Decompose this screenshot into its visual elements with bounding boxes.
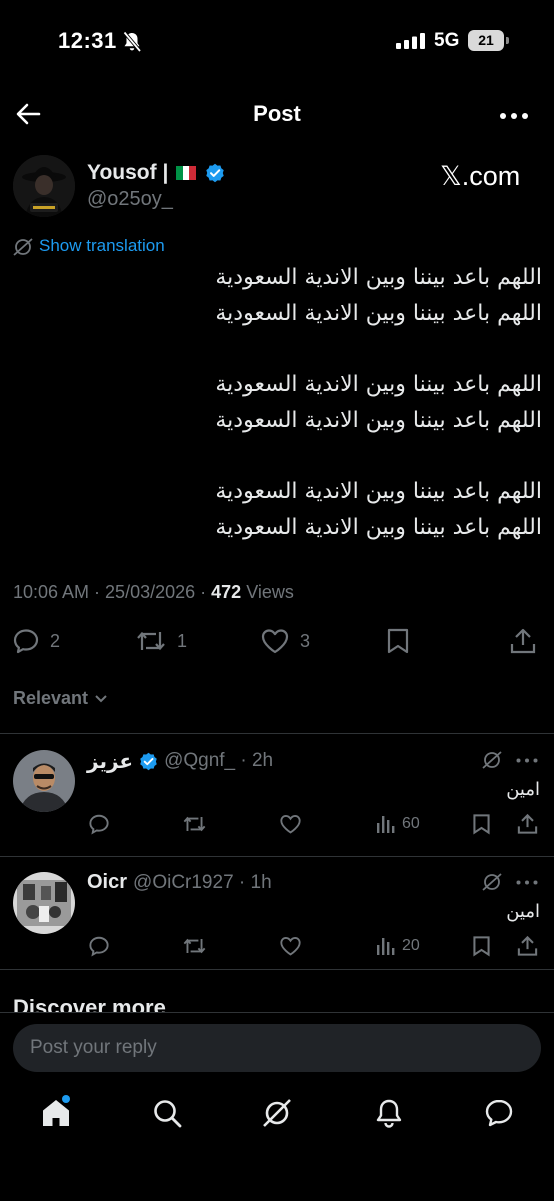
reply-bookmark-button[interactable] <box>472 935 491 957</box>
author-name[interactable]: Yousof | <box>87 161 168 185</box>
repost-icon <box>183 816 206 832</box>
notification-dot <box>62 1095 70 1103</box>
verified-badge-icon <box>205 163 225 183</box>
reply-author-name[interactable]: عزيز <box>87 749 133 773</box>
author-handle[interactable]: @o25oy_ <box>87 188 173 211</box>
more-options-icon[interactable] <box>516 758 538 763</box>
repost-count: 1 <box>177 630 188 651</box>
heart-icon <box>261 629 289 654</box>
reply-repost-button[interactable] <box>182 813 207 835</box>
repost-button[interactable]: 1 <box>135 627 187 655</box>
reply-count: 2 <box>50 630 61 651</box>
sort-label: Relevant <box>13 688 89 708</box>
status-time: 12:31 <box>58 28 117 53</box>
reply-views-count: 60 <box>402 815 420 832</box>
views-label: Views <box>241 582 294 602</box>
search-tab-icon[interactable] <box>152 1098 182 1128</box>
repost-icon <box>183 938 206 954</box>
verified-badge-icon <box>140 752 157 770</box>
views-icon <box>377 816 395 833</box>
reply-icon <box>89 936 109 957</box>
battery-tip <box>506 37 509 44</box>
share-icon <box>510 628 536 654</box>
share-icon <box>517 813 538 834</box>
reply-views[interactable]: 20 <box>376 936 420 956</box>
translate-icon[interactable] <box>482 750 502 770</box>
heart-icon <box>280 815 301 834</box>
italy-flag-icon <box>176 166 197 180</box>
reply-avatar[interactable] <box>13 872 75 934</box>
bookmark-icon <box>473 814 490 835</box>
reply-button[interactable]: 2 <box>12 627 60 655</box>
share-button[interactable] <box>510 627 536 655</box>
discover-more-heading: Discover more <box>13 995 166 1013</box>
translate-icon[interactable] <box>13 237 33 257</box>
like-button[interactable]: 3 <box>260 627 310 655</box>
views-count: 472 <box>211 582 242 602</box>
post-line: اللهم باعد بيننا وبين الاندية السعودية <box>215 407 542 433</box>
battery-indicator: 21 <box>468 30 504 51</box>
repost-icon <box>137 631 165 651</box>
reply-repost-button[interactable] <box>182 935 207 957</box>
reply-like-button[interactable] <box>279 935 302 957</box>
reply-header: Oicr @OiCr1927 · 1h <box>87 871 272 894</box>
reply-icon <box>13 629 39 654</box>
reply-views-count: 20 <box>402 937 420 954</box>
cellular-signal-icon <box>396 33 426 49</box>
post-line: اللهم باعد بيننا وبين الاندية السعودية <box>215 372 542 397</box>
author-avatar[interactable] <box>13 155 75 217</box>
reply-input[interactable] <box>13 1024 541 1072</box>
share-icon <box>517 935 538 956</box>
more-options-icon[interactable] <box>516 880 538 885</box>
post-line: اللهم باعد بيننا وبين الاندية السعودية <box>215 514 542 540</box>
reply-share-button[interactable] <box>517 935 538 957</box>
post-line: اللهم باعد بيننا وبين الاندية السعودية <box>215 479 542 504</box>
reply-author-handle[interactable]: @OiCr1927 · 1h <box>133 872 272 894</box>
reply-like-button[interactable] <box>279 813 302 835</box>
post-timestamp: 10:06 AM · 25/03/2026 · <box>13 582 212 602</box>
post-line: اللهم باعد بيننا وبين الاندية السعودية <box>215 300 542 326</box>
like-count: 3 <box>300 630 311 651</box>
more-options-icon[interactable] <box>499 112 529 120</box>
reply-author-name[interactable]: Oicr <box>87 871 127 894</box>
notifications-tab-icon[interactable] <box>374 1098 404 1128</box>
messages-tab-icon[interactable] <box>484 1098 514 1128</box>
divider <box>0 733 554 734</box>
sort-dropdown[interactable]: Relevant <box>13 688 108 709</box>
bookmark-button[interactable] <box>386 627 410 655</box>
chevron-down-icon <box>95 694 107 702</box>
bookmark-icon <box>387 628 409 654</box>
show-translation-link[interactable]: Show translation <box>39 236 165 256</box>
post-line: اللهم باعد بيننا وبين الاندية السعودية <box>215 265 542 290</box>
reply-reply-button[interactable] <box>88 813 110 835</box>
reply-text: امين <box>506 901 540 922</box>
reply-share-button[interactable] <box>517 813 538 835</box>
post-text: اللهم باعد بيننا وبين الاندية السعودية ا… <box>30 260 542 545</box>
reply-header: عزيز @Qgnf_ · 2h <box>87 749 273 773</box>
divider <box>0 969 554 970</box>
source-label: 𝕏.com <box>440 161 521 191</box>
reply-views[interactable]: 60 <box>376 814 420 834</box>
reply-text: امين <box>506 779 540 800</box>
heart-icon <box>280 937 301 956</box>
reply-icon <box>89 814 109 835</box>
translate-icon[interactable] <box>482 872 502 892</box>
grok-tab-icon[interactable] <box>262 1098 292 1128</box>
bookmark-icon <box>473 936 490 957</box>
reply-author-handle[interactable]: @Qgnf_ · 2h <box>164 750 273 772</box>
post-metadata: 10:06 AM · 25/03/2026 · 472 Views <box>13 582 294 603</box>
page-title: Post <box>253 101 301 126</box>
views-icon <box>377 938 395 955</box>
reply-bookmark-button[interactable] <box>472 813 491 835</box>
divider <box>0 856 554 857</box>
reply-avatar[interactable] <box>13 750 75 812</box>
network-type: 5G <box>434 30 460 51</box>
reply-reply-button[interactable] <box>88 935 110 957</box>
bell-muted-icon <box>122 31 142 53</box>
